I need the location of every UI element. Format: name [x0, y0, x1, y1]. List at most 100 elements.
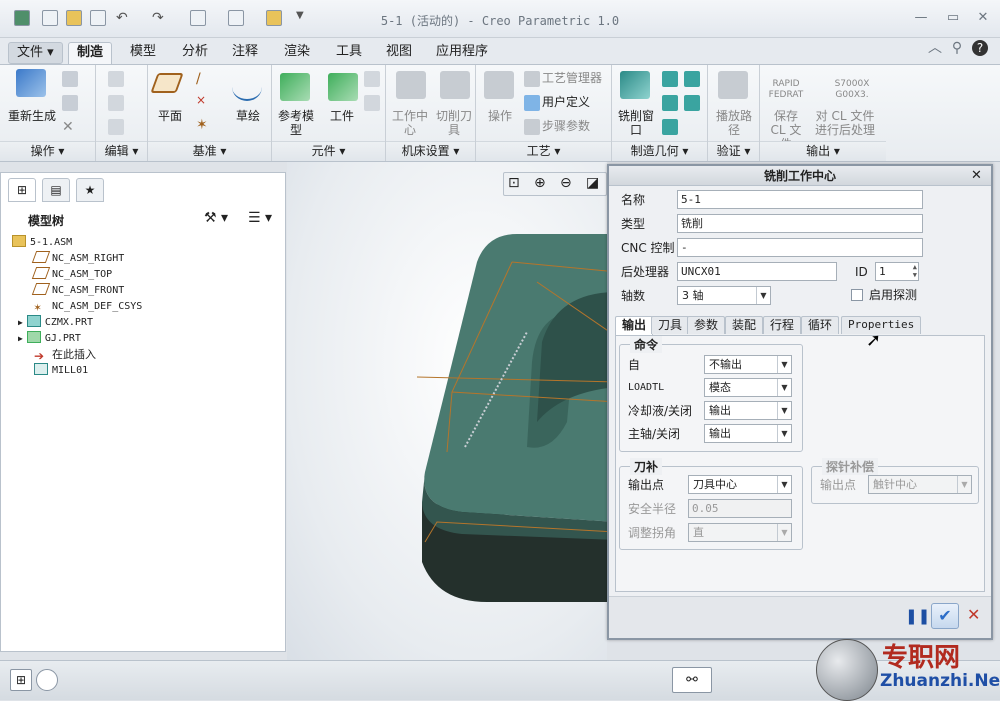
tab-file[interactable]: 文件 ▾ [8, 42, 63, 64]
group-operation-footer[interactable]: 操作 ▾ [0, 141, 95, 161]
reference-model-icon[interactable] [280, 73, 310, 101]
operation-button[interactable]: 操作 [480, 109, 520, 123]
play-path-icon[interactable] [718, 71, 748, 99]
play-path-button[interactable]: 播放路径 [712, 109, 756, 137]
tree-item[interactable]: MILL01 [34, 363, 88, 379]
from-select[interactable]: 不输出 ▼ [704, 355, 792, 374]
filter-binoculars-icon[interactable]: ⚯ [672, 667, 712, 693]
reference-model-button[interactable]: 参考模型 [274, 109, 318, 137]
sketch-icon[interactable] [232, 73, 262, 101]
step-params-button[interactable]: 步骤参数 [542, 119, 590, 133]
tree-item[interactable]: NC_ASM_RIGHT [31, 251, 124, 267]
search-icon[interactable]: ⚲ [948, 40, 966, 56]
probe-output-point-select[interactable]: 触针中心 ▼ [868, 475, 972, 494]
loadtl-select[interactable]: 模态 ▼ [704, 378, 792, 397]
tab-render[interactable]: 渲染 [276, 42, 318, 64]
tree-item[interactable]: ▶ CZMX.PRT [18, 315, 93, 331]
tree-item[interactable]: NC_ASM_TOP [31, 267, 112, 283]
group-component-footer[interactable]: 元件 ▾ [272, 141, 385, 161]
group-output-footer[interactable]: 输出 ▾ [760, 141, 886, 161]
tab-output[interactable]: 输出 [615, 316, 654, 335]
zoom-in-icon[interactable]: ⊕ [534, 175, 546, 191]
tree-item[interactable]: NC_ASM_FRONT [31, 283, 124, 299]
zoom-out-icon[interactable]: ⊖ [560, 175, 572, 191]
edit-mirror-icon[interactable] [108, 95, 124, 111]
cancel-x-icon[interactable]: ✕ [967, 605, 980, 624]
process-manager-button[interactable]: 工艺管理器 [542, 71, 602, 85]
folder-browser-tab-icon[interactable]: ▤ [42, 178, 70, 202]
graphics-window[interactable]: ⊡ ⊕ ⊖ ◪ [287, 162, 607, 660]
regenerate-button[interactable]: 重新生成 [6, 109, 58, 123]
step-params-icon[interactable] [524, 119, 540, 135]
tab-annotate[interactable]: 注释 [224, 42, 266, 64]
help-icon[interactable]: ? [972, 40, 988, 56]
regenerate-icon[interactable] [16, 69, 46, 97]
drill-group-icon[interactable] [662, 95, 678, 111]
confirm-check-icon[interactable]: ✔ [931, 603, 959, 629]
cutting-tool-button[interactable]: 切削刀具 [434, 109, 474, 137]
tab-properties[interactable]: Properties [841, 316, 922, 334]
type-field[interactable]: 铣削 [677, 214, 923, 233]
work-center-button[interactable]: 工作中心 [390, 109, 430, 137]
show-navigator-icon[interactable]: ⊞ [10, 669, 32, 691]
expand-icon[interactable]: ▶ [18, 318, 23, 327]
tab-applications[interactable]: 应用程序 [428, 42, 496, 64]
tree-item[interactable]: ✶ NC_ASM_DEF_CSYS [34, 299, 142, 315]
stock-boundary-icon[interactable] [662, 119, 678, 135]
work-center-icon[interactable] [396, 71, 426, 99]
safe-radius-field[interactable]: 0.05 [688, 499, 792, 518]
model-tree-tab-icon[interactable]: ⊞ [8, 178, 36, 202]
user-defined-icon[interactable] [524, 95, 540, 111]
csys-icon[interactable]: ✶ [196, 117, 212, 133]
minimize-icon[interactable]: — [912, 10, 930, 26]
axes-select[interactable]: 3 轴 ▼ [677, 286, 771, 305]
coolant-select[interactable]: 输出 ▼ [704, 401, 792, 420]
mill-volume-icon[interactable] [662, 71, 678, 87]
axis-icon[interactable]: / [196, 71, 212, 87]
refit-icon[interactable]: ⊡ [508, 175, 520, 191]
group-machine-footer[interactable]: 机床设置 ▾ [386, 141, 475, 161]
s7000x-icon[interactable]: S7000X G00X3. [822, 79, 882, 101]
id-field[interactable]: 1 ▲ ▼ [875, 262, 919, 281]
maximize-icon[interactable]: ▭ [944, 10, 962, 26]
adjust-corner-select[interactable]: 直 ▼ [688, 523, 792, 542]
workpiece-icon[interactable] [328, 73, 358, 101]
tree-item[interactable]: 5-1.ASM [12, 235, 72, 251]
tree-columns-icon[interactable]: ☰ ▾ [248, 210, 272, 226]
tree-settings-icon[interactable]: ⚒ ▾ [204, 210, 228, 226]
point-icon[interactable]: × [196, 93, 212, 109]
cnc-field[interactable]: - [677, 238, 923, 257]
user-defined-button[interactable]: 用户定义 [542, 95, 590, 109]
group-process-footer[interactable]: 工艺 ▾ [476, 141, 611, 161]
expand-icon[interactable]: ▶ [18, 334, 23, 343]
pause-icon[interactable]: ❚❚ [905, 607, 930, 625]
operation-icon[interactable] [484, 71, 514, 99]
assemble-icon[interactable] [364, 71, 380, 87]
post-process-cl-button[interactable]: 对 CL 文件进行后处理 [810, 109, 880, 137]
cutting-tool-icon[interactable] [440, 71, 470, 99]
repaint-icon[interactable]: ◪ [586, 175, 599, 191]
tab-assembly[interactable]: 装配 [725, 316, 764, 334]
close-window-icon[interactable]: ✕ [974, 10, 992, 26]
paste-icon[interactable] [62, 95, 78, 111]
show-browser-icon[interactable] [36, 669, 58, 691]
favorites-tab-icon[interactable]: ★ [76, 178, 104, 202]
tab-analysis[interactable]: 分析 [174, 42, 216, 64]
enable-probe-checkbox[interactable] [851, 289, 863, 301]
rapid-fedrat-icon[interactable]: RAPID FEDRAT [766, 79, 806, 101]
mill-window-icon[interactable] [620, 71, 650, 99]
tree-item[interactable]: ▶ GJ.PRT [18, 331, 81, 347]
output-point-select[interactable]: 刀具中心 ▼ [688, 475, 792, 494]
mill-surface-icon[interactable] [684, 71, 700, 87]
tab-model[interactable]: 模型 [122, 42, 164, 64]
model-3d-view[interactable] [287, 162, 607, 660]
insert-here-item[interactable]: ➔ 在此插入 [34, 347, 96, 363]
workpiece-button[interactable]: 工件 [322, 109, 362, 123]
copy-icon[interactable] [62, 71, 78, 87]
group-verify-footer[interactable]: 验证 ▾ [708, 141, 759, 161]
sketch-button[interactable]: 草绘 [228, 109, 268, 123]
tab-cycles[interactable]: 循环 [801, 316, 840, 334]
id-spinner-icon[interactable]: ▲ ▼ [913, 263, 917, 279]
tab-travel[interactable]: 行程 [763, 316, 802, 334]
turn-profile-icon[interactable] [684, 95, 700, 111]
